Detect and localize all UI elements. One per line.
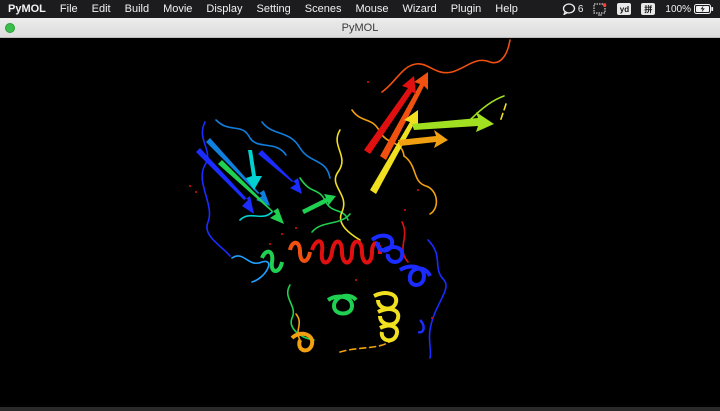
menu-movie[interactable]: Movie <box>156 0 199 18</box>
menu-bar-status-area: 6 yd 拼 100% <box>562 0 714 18</box>
window-title: PyMOL <box>341 22 379 34</box>
protein-cartoon-render <box>0 39 720 407</box>
window-bottom-edge <box>0 407 720 411</box>
menu-build[interactable]: Build <box>118 0 156 18</box>
menu-mouse[interactable]: Mouse <box>348 0 395 18</box>
window-title-bar[interactable]: PyMOL <box>0 18 720 38</box>
monitor-icon[interactable] <box>593 2 607 16</box>
menu-display[interactable]: Display <box>199 0 249 18</box>
menu-scenes[interactable]: Scenes <box>298 0 349 18</box>
menu-plugin[interactable]: Plugin <box>444 0 489 18</box>
menu-wizard[interactable]: Wizard <box>395 0 443 18</box>
notification-count: 6 <box>577 3 584 15</box>
input-method-yd-icon[interactable]: yd <box>617 3 632 15</box>
notification-status[interactable]: 6 <box>562 3 584 15</box>
menu-setting[interactable]: Setting <box>250 0 298 18</box>
battery-status[interactable]: 100% <box>665 4 714 15</box>
chat-bubble-icon <box>562 3 576 15</box>
menu-file[interactable]: File <box>53 0 85 18</box>
app-menu-pymol[interactable]: PyMOL <box>8 0 53 18</box>
input-method-pinyin-icon[interactable]: 拼 <box>641 3 656 15</box>
menu-help[interactable]: Help <box>488 0 525 18</box>
menu-edit[interactable]: Edit <box>85 0 118 18</box>
battery-charging-icon <box>694 4 714 14</box>
battery-percentage: 100% <box>665 3 691 15</box>
molecular-viewport[interactable] <box>0 39 720 407</box>
macos-menu-bar: PyMOL File Edit Build Movie Display Sett… <box>0 0 720 18</box>
